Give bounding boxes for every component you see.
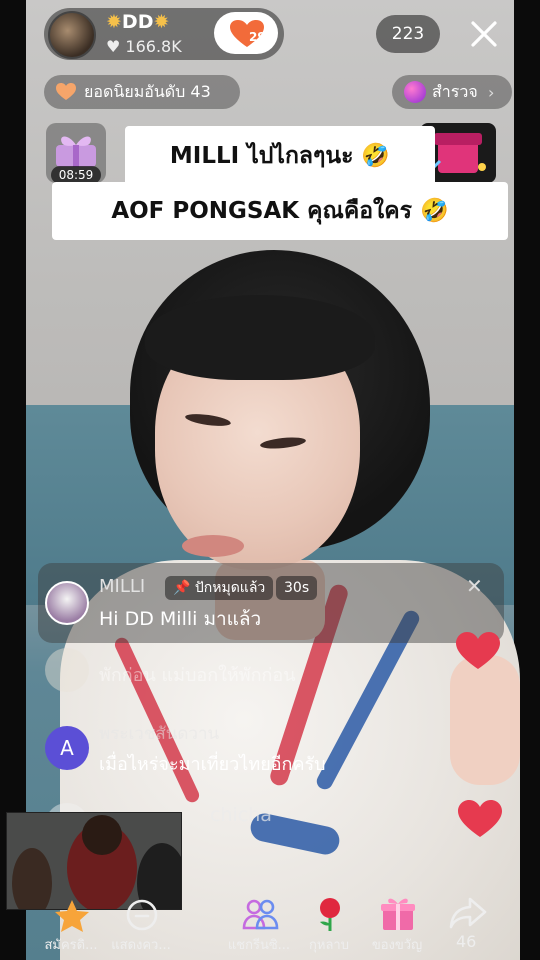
host-avatar[interactable] <box>48 11 96 59</box>
host-likes-count: ♥ 166.8K <box>106 37 182 56</box>
ranking-label: ยอดนิยมอันดับ 43 <box>84 82 211 101</box>
follow-count: 29 <box>249 30 266 44</box>
viewer-count[interactable]: 223 <box>376 15 440 53</box>
close-icon[interactable]: ✕ <box>466 574 483 598</box>
host-name-text: DD <box>121 11 154 33</box>
rose-icon[interactable] <box>310 894 350 934</box>
share-arrow-icon[interactable] <box>448 893 488 933</box>
bottom-label-gift[interactable]: ของขวัญ <box>362 934 432 955</box>
streamer-lips <box>182 535 244 557</box>
sparkle-icon: ✹ <box>153 11 170 33</box>
star-icon[interactable] <box>52 896 92 936</box>
pip-figure <box>82 815 122 855</box>
chat-avatar[interactable]: A <box>45 726 89 770</box>
streamer-hand <box>450 655 520 785</box>
rank-heart-icon <box>56 83 76 100</box>
pinned-avatar[interactable] <box>45 581 89 625</box>
chat-message: เมื่อไหร่จะมาเที่ยวไทยอีกครับ <box>99 754 326 775</box>
gift-icon[interactable] <box>378 893 418 933</box>
close-icon[interactable] <box>464 14 504 54</box>
share-count: 46 <box>456 932 477 951</box>
caption-banner: MILLI ไปไกลๆนะ 🤣 <box>125 126 435 186</box>
pinned-badge: 📌 ปักหมุดแล้ว <box>165 576 274 600</box>
caption-banner: AOF PONGSAK คุณคือใคร 🤣 <box>52 182 508 240</box>
chat-username[interactable]: chicha <box>210 804 272 826</box>
people-icon[interactable] <box>240 894 280 934</box>
bottom-label-comment[interactable]: แสดงคว... <box>106 934 176 955</box>
chat-message: พักก่อน แม่บอกให้พักก่อน <box>99 665 296 686</box>
live-stream-screen: ✹DD✹ ♥ 166.8K 29 223 ยอดนิยมอันดับ 43 สำ… <box>0 0 540 960</box>
chat-avatar[interactable] <box>45 648 89 692</box>
pip-figure <box>12 848 52 909</box>
heart-icon <box>456 632 500 669</box>
chat-username[interactable]: พระเวชสันดวาน <box>99 720 219 747</box>
pinned-message: Hi DD Milli มาแล้ว <box>99 608 262 630</box>
chat-bubble-icon[interactable] <box>122 896 162 936</box>
pinned-username[interactable]: MILLI <box>99 576 145 597</box>
pinned-timer: 30s <box>276 576 318 600</box>
streamer-bangs <box>145 295 375 380</box>
explore-label: สำรวจ <box>432 82 478 101</box>
heart-icon <box>458 800 502 837</box>
planet-icon <box>404 81 426 103</box>
bottom-label-rose[interactable]: กุหลาบ <box>294 934 364 955</box>
sparkle-icon: ✹ <box>106 11 122 33</box>
host-name: ✹DD✹ <box>106 11 169 33</box>
bottom-label-share-screen[interactable]: แชกรีนซิ... <box>224 934 294 955</box>
bottom-label-subscribe[interactable]: สมัครดิ... <box>36 934 106 955</box>
chevron-right-icon: › <box>488 83 495 102</box>
